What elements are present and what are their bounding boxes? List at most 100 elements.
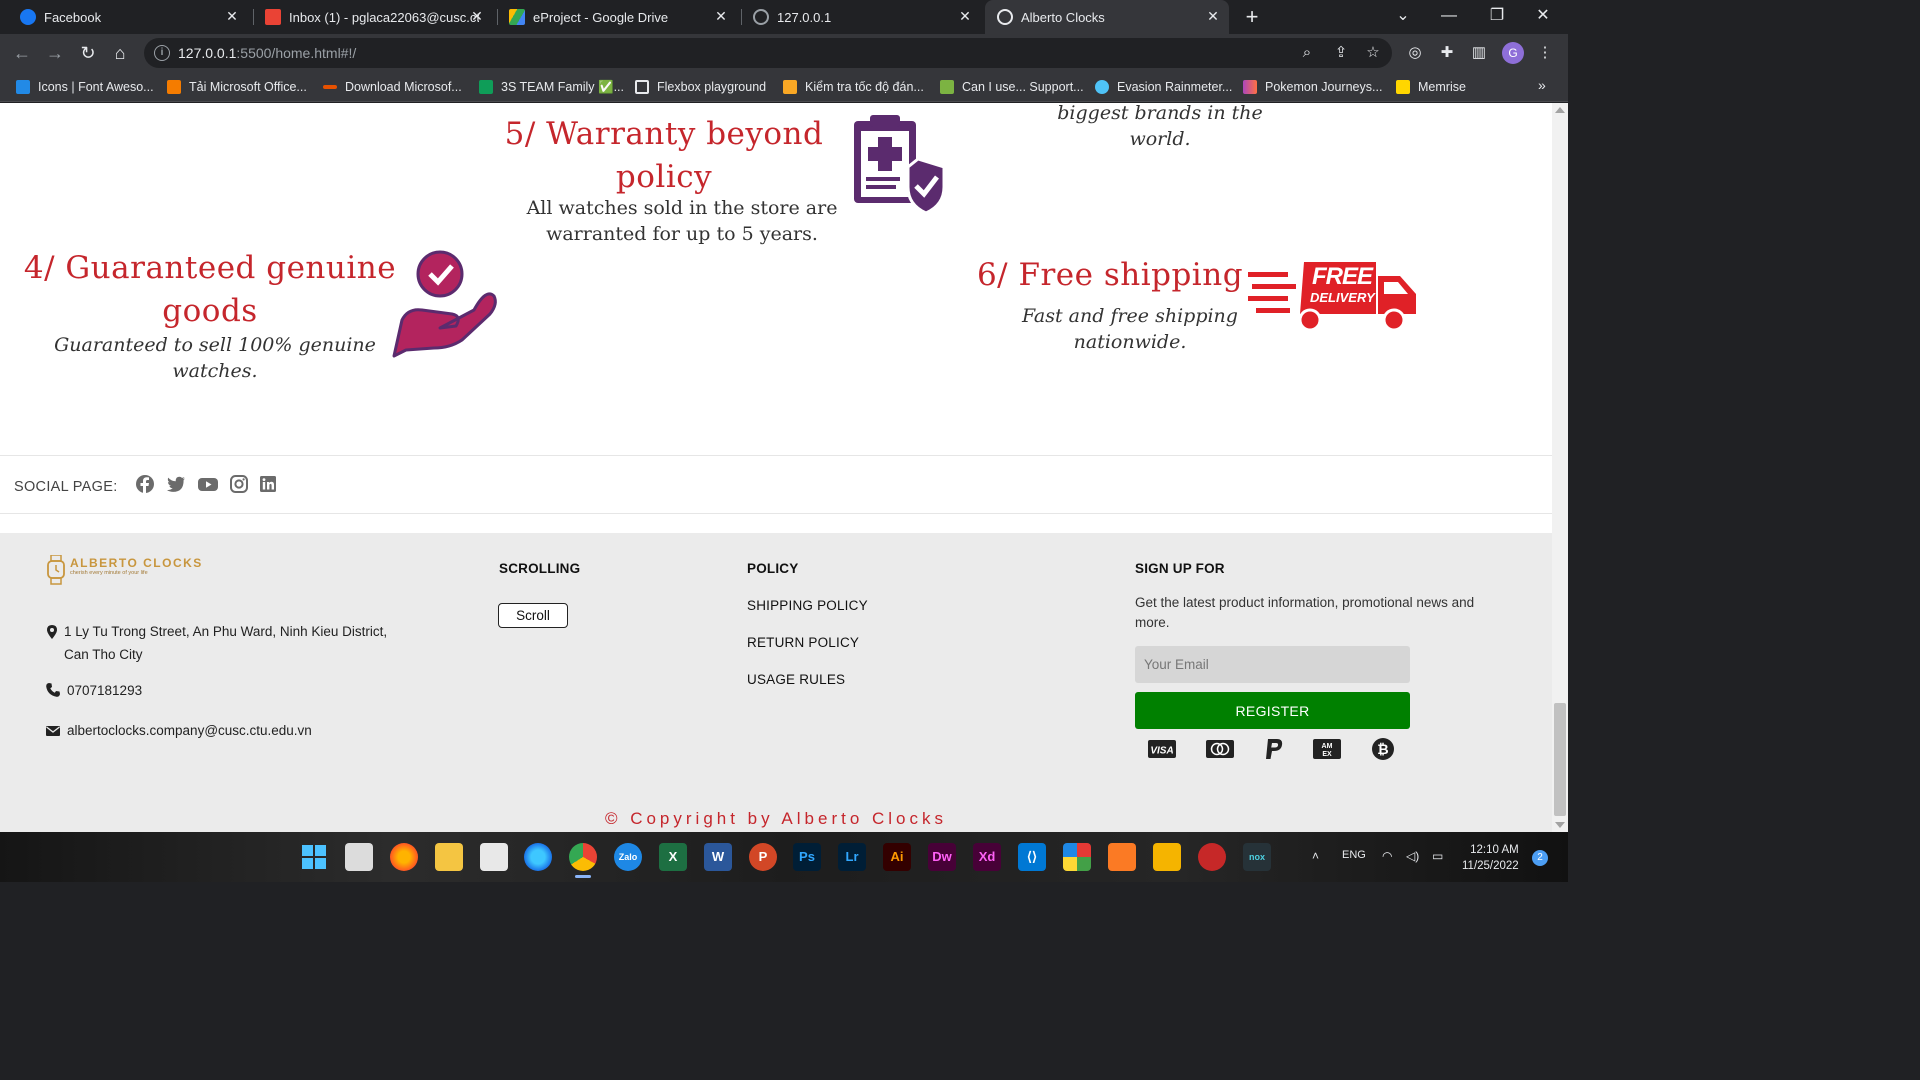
more-bookmarks-icon[interactable]: » — [1538, 77, 1546, 93]
bookmark-item[interactable]: Flexbox playground — [635, 78, 766, 96]
register-button[interactable]: REGISTER — [1135, 692, 1410, 729]
bookmark-item[interactable]: Download Microsof... — [323, 78, 462, 96]
app-icon[interactable] — [1153, 843, 1181, 871]
firefox-icon[interactable] — [390, 843, 418, 871]
back-icon[interactable]: ← — [10, 41, 34, 65]
bookmark-item[interactable]: Icons | Font Aweso... — [16, 78, 154, 96]
scroll-down-arrow-icon[interactable] — [1555, 822, 1565, 828]
windows-start-icon[interactable] — [300, 843, 328, 871]
wifi-icon[interactable]: ◠ — [1382, 849, 1392, 863]
new-tab-button[interactable]: + — [1240, 5, 1264, 29]
shipping-policy-link[interactable]: SHIPPING POLICY — [747, 598, 868, 613]
powerpoint-icon[interactable]: P — [749, 843, 777, 871]
bookmark-label: 3S TEAM Family ✅... — [501, 79, 624, 94]
bookmark-item[interactable]: Tải Microsoft Office... — [167, 78, 307, 96]
return-policy-link[interactable]: RETURN POLICY — [747, 635, 859, 650]
address-bar[interactable]: i 127.0.0.1:5500/home.html#!/ ⌕ ⇪ ☆ — [144, 38, 1392, 68]
battery-icon[interactable]: ▭ — [1432, 849, 1443, 863]
home-icon[interactable]: ⌂ — [108, 41, 132, 65]
zalo-icon[interactable]: Zalo — [614, 843, 642, 871]
compass-extension-icon[interactable]: ◎ — [1405, 43, 1425, 63]
scroll-button[interactable]: Scroll — [498, 603, 568, 628]
scrollbar-thumb[interactable] — [1554, 703, 1566, 816]
lightroom-icon[interactable]: Lr — [838, 843, 866, 871]
xd-icon[interactable]: Xd — [973, 843, 1001, 871]
usage-rules-link[interactable]: USAGE RULES — [747, 672, 845, 687]
tab-localhost[interactable]: 127.0.0.1 ✕ — [741, 0, 981, 34]
site-info-icon[interactable]: i — [154, 45, 170, 61]
twitter-icon[interactable] — [166, 474, 186, 494]
file-explorer-icon[interactable] — [435, 843, 463, 871]
minimize-button[interactable]: — — [1426, 0, 1472, 34]
page-scrollbar[interactable] — [1552, 103, 1568, 832]
feature-warranty-title: 5/ Warranty beyond policy — [500, 113, 828, 199]
xampp-icon[interactable] — [1108, 843, 1136, 871]
language-indicator[interactable]: ENG — [1342, 849, 1366, 861]
email-field[interactable] — [1135, 646, 1410, 683]
show-hidden-icons[interactable]: ˄ — [1312, 849, 1319, 863]
system-clock[interactable]: 12:10 AM 11/25/2022 — [1462, 842, 1519, 874]
chrome-icon[interactable] — [569, 843, 597, 878]
facebook-icon[interactable] — [135, 474, 155, 494]
caniuse-icon — [940, 80, 954, 94]
drive-favicon-icon — [509, 9, 525, 25]
title-line: policy — [615, 159, 713, 195]
footer-email[interactable]: albertoclocks.company@cusc.ctu.edu.vn — [67, 719, 312, 742]
vscode-icon[interactable]: ⟨⟩ — [1018, 843, 1046, 871]
bookmark-item[interactable]: Pokemon Journeys... — [1243, 78, 1382, 96]
app-grid-icon[interactable] — [1063, 843, 1091, 871]
volume-icon[interactable]: ◁) — [1406, 849, 1419, 863]
notification-badge[interactable]: 2 — [1532, 850, 1548, 866]
svg-text:₿: ₿ — [1377, 741, 1388, 757]
tab-search-icon[interactable]: ⌄ — [1380, 0, 1426, 34]
site-footer: ALBERTO CLOCKS cherish every minute of y… — [0, 533, 1552, 832]
address-line: Can Tho City — [64, 647, 143, 662]
tab-google-drive[interactable]: eProject - Google Drive ✕ — [497, 0, 737, 34]
close-tab-icon[interactable]: ✕ — [713, 8, 729, 24]
photoshop-icon[interactable]: Ps — [793, 843, 821, 871]
tab-title: Facebook — [44, 9, 102, 25]
close-tab-icon[interactable]: ✕ — [469, 8, 485, 24]
phone-icon — [46, 683, 60, 697]
more-menu-icon[interactable]: ⋮ — [1535, 43, 1555, 63]
map-marker-icon — [47, 625, 57, 639]
extensions-puzzle-icon[interactable]: ✚ — [1437, 43, 1457, 63]
illustrator-icon[interactable]: Ai — [883, 843, 911, 871]
tab-facebook[interactable]: Facebook ✕ — [8, 0, 248, 34]
edge-icon[interactable] — [524, 843, 552, 871]
profile-avatar[interactable]: G — [1502, 42, 1524, 64]
dreamweaver-icon[interactable]: Dw — [928, 843, 956, 871]
side-panel-icon[interactable]: ▥ — [1469, 43, 1489, 63]
instagram-icon[interactable] — [229, 474, 249, 494]
close-tab-icon[interactable]: ✕ — [957, 8, 973, 24]
bookmark-item[interactable]: Memrise — [1396, 78, 1466, 96]
copyright-text: © Copyright by Alberto Clocks — [604, 809, 948, 828]
close-tab-icon[interactable]: ✕ — [1205, 8, 1221, 24]
url-text[interactable]: 127.0.0.1:5500/home.html#!/ — [178, 45, 356, 61]
scroll-up-arrow-icon[interactable] — [1555, 107, 1565, 113]
bookmark-item[interactable]: Can I use... Support... — [940, 78, 1084, 96]
store-icon[interactable] — [480, 843, 508, 871]
restore-button[interactable]: ❐ — [1474, 0, 1520, 34]
bookmark-star-icon[interactable]: ☆ — [1364, 44, 1382, 62]
bookmark-item[interactable]: Kiểm tra tốc độ đán... — [783, 78, 924, 96]
share-icon[interactable]: ⇪ — [1332, 44, 1350, 62]
bookmark-label: Can I use... Support... — [962, 80, 1084, 94]
task-view-icon[interactable] — [345, 843, 373, 871]
policy-heading: POLICY — [747, 561, 799, 576]
forward-icon[interactable]: → — [43, 41, 67, 65]
bookmark-item[interactable]: 3S TEAM Family ✅... — [479, 78, 624, 96]
reload-icon[interactable]: ↻ — [76, 41, 100, 65]
youtube-icon[interactable] — [197, 474, 219, 494]
excel-icon[interactable]: X — [659, 843, 687, 871]
zoom-icon[interactable]: ⌕ — [1298, 44, 1316, 62]
close-window-button[interactable]: ✕ — [1520, 0, 1566, 34]
garena-icon[interactable] — [1198, 843, 1226, 871]
word-icon[interactable]: W — [704, 843, 732, 871]
close-tab-icon[interactable]: ✕ — [224, 8, 240, 24]
linkedin-icon[interactable] — [258, 474, 278, 494]
nox-icon[interactable]: nox — [1243, 843, 1271, 871]
bookmark-item[interactable]: Evasion Rainmeter... — [1095, 78, 1232, 96]
tab-gmail[interactable]: Inbox (1) - pglaca22063@cusc.ctu ✕ — [253, 0, 493, 34]
tab-alberto-clocks[interactable]: Alberto Clocks ✕ — [985, 0, 1229, 34]
